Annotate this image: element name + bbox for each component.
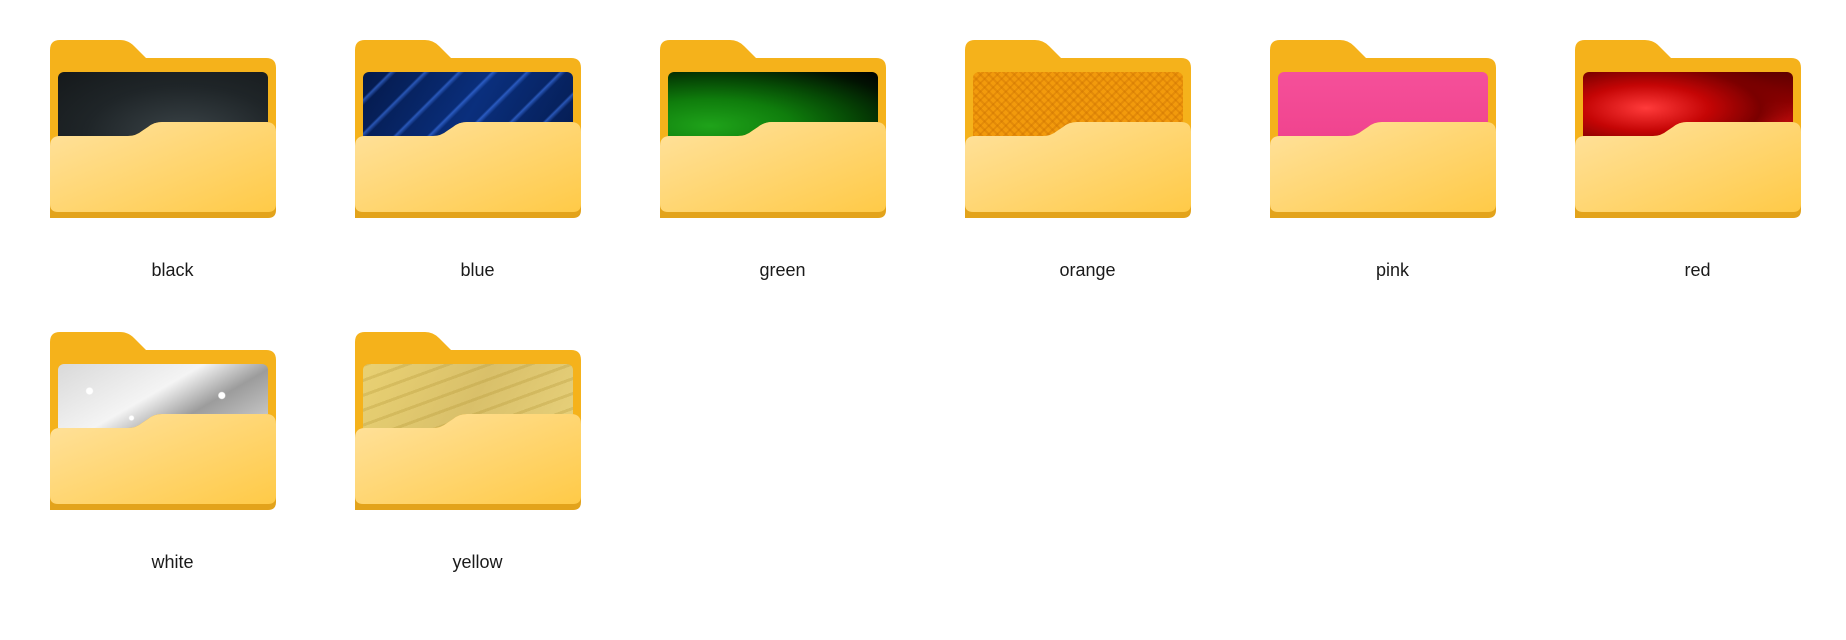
folder-icon (965, 40, 1191, 218)
folder-icon (50, 40, 276, 218)
folder-item-blue[interactable]: blue (325, 30, 630, 322)
folder-label: pink (1375, 260, 1410, 280)
folder-icon (1575, 40, 1801, 218)
folder-icon (355, 40, 581, 218)
folder-label: green (759, 260, 806, 280)
folder-item-red[interactable]: red (1545, 30, 1846, 322)
folder-label: red (1684, 260, 1711, 280)
folder-item-pink[interactable]: pink (1240, 30, 1545, 322)
folder-label: black (151, 260, 194, 280)
folder-icon (1270, 40, 1496, 218)
folder-label: orange (1059, 260, 1116, 280)
folder-item-orange[interactable]: orange (935, 30, 1240, 322)
folder-icon (355, 332, 581, 510)
folder-label: white (151, 552, 194, 572)
folder-grid: black blue green orange pink red white y… (20, 30, 1846, 614)
folder-item-green[interactable]: green (630, 30, 935, 322)
folder-item-yellow[interactable]: yellow (325, 322, 630, 614)
folder-item-white[interactable]: white (20, 322, 325, 614)
folder-label: blue (460, 260, 495, 280)
folder-icon (50, 332, 276, 510)
folder-label: yellow (452, 552, 503, 572)
folder-icon (660, 40, 886, 218)
folder-item-black[interactable]: black (20, 30, 325, 322)
